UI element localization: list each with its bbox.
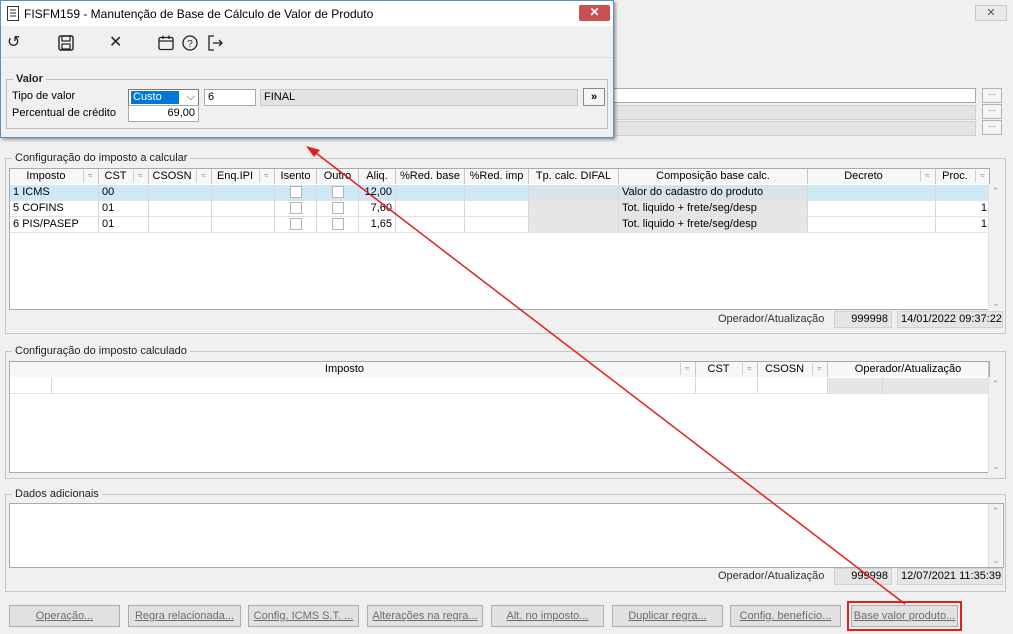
save-icon[interactable] — [58, 35, 74, 51]
percentual-input[interactable]: 69,00 — [128, 105, 199, 122]
dialog-close-button[interactable]: ✕ — [579, 5, 610, 21]
svg-text:?: ? — [187, 39, 193, 50]
valor-group-title: Valor — [13, 73, 46, 85]
exit-icon[interactable] — [207, 35, 224, 51]
chevron-down-icon[interactable]: ⌵ — [187, 90, 195, 105]
percentual-label: Percentual de crédito — [12, 107, 116, 119]
calendar-icon[interactable] — [158, 35, 174, 51]
close-icon[interactable]: ✕ — [109, 34, 122, 52]
toolbar-separator — [1, 57, 613, 58]
tipo-valor-selected: Custo — [131, 91, 179, 104]
help-icon[interactable]: ? — [182, 35, 198, 51]
undo-icon[interactable]: ↺ — [7, 34, 20, 52]
dialog-title-bar: FISFM159 - Manutenção de Base de Cálculo… — [1, 1, 613, 26]
dialog-title: FISFM159 - Manutenção de Base de Cálculo… — [24, 7, 374, 21]
tipo-valor-code-input[interactable]: 6 — [204, 89, 256, 106]
fisfm159-dialog: FISFM159 - Manutenção de Base de Cálculo… — [0, 0, 614, 138]
tipo-valor-select[interactable]: Custo ⌵ — [128, 89, 199, 106]
document-icon — [7, 6, 19, 21]
tipo-valor-description: FINAL — [260, 89, 578, 106]
tipo-valor-label: Tipo de valor — [12, 90, 76, 102]
more-button[interactable]: » — [583, 88, 605, 106]
